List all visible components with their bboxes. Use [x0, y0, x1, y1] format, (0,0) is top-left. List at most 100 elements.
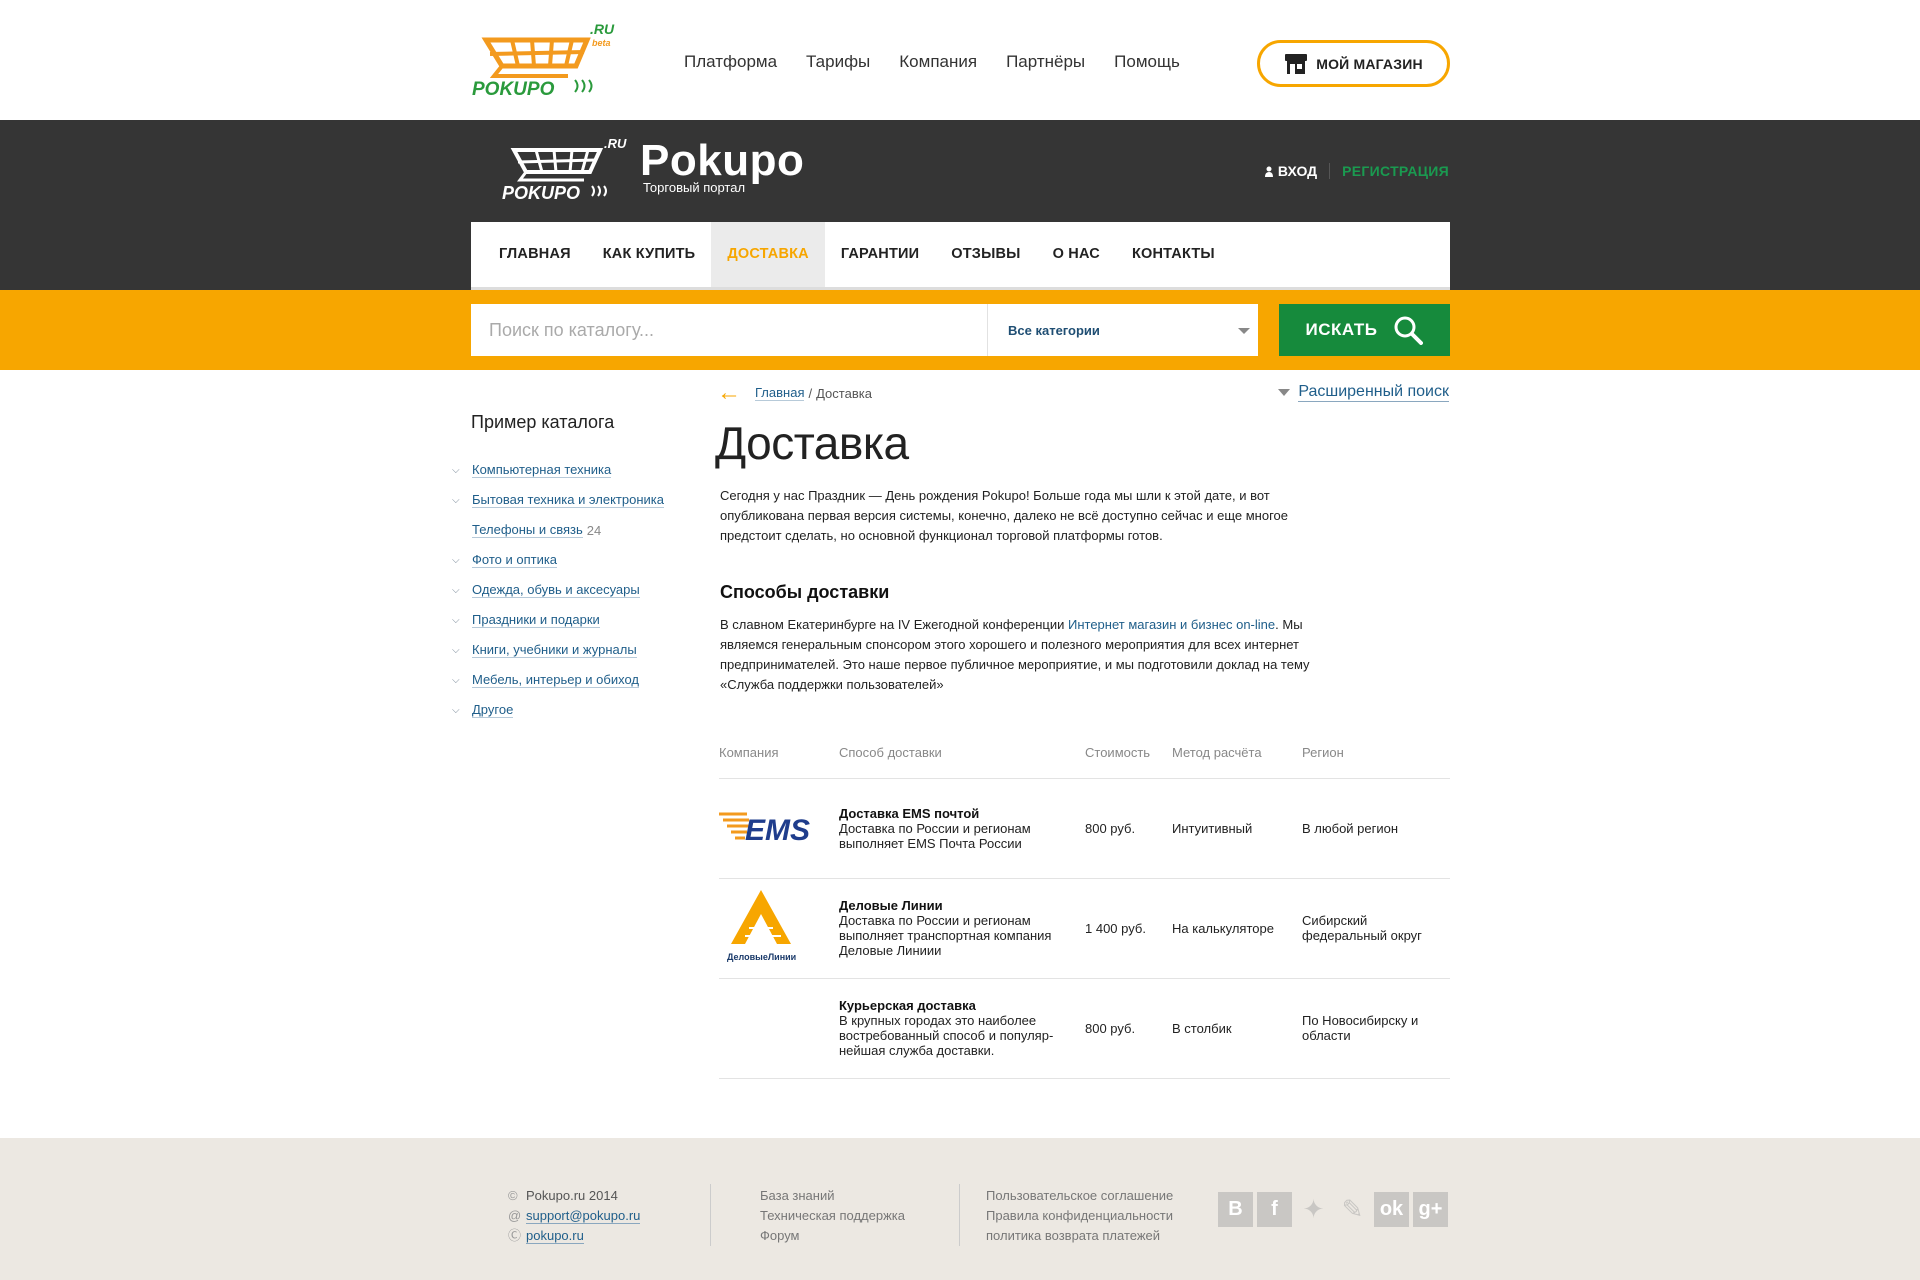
copyright-text: Pokupo.ru 2014 — [526, 1188, 618, 1203]
section-title: Способы доставки — [720, 582, 890, 602]
ems-logo: EMS — [719, 812, 810, 847]
method-cell: Курьерская доставка В крупных городах это… — [839, 978, 1085, 1079]
chevron-down-icon[interactable]: ⌵ — [452, 645, 472, 656]
advanced-search-link[interactable]: Расширенный поиск — [1278, 383, 1449, 402]
footer-link-privacy[interactable]: Правила конфиденциальности — [986, 1208, 1173, 1223]
column-header: Стоимость — [1085, 738, 1172, 779]
portal-logo[interactable]: POKUPO .RU — [500, 136, 630, 211]
conference-text: В славном Екатеринбурге на IV Ежегодной … — [720, 615, 1320, 695]
chevron-down-icon[interactable]: ⌵ — [452, 615, 472, 626]
page-title: Доставка — [715, 417, 909, 469]
chevron-down-icon[interactable]: ⌵ — [452, 555, 472, 566]
calc-cell: В столбик — [1172, 978, 1302, 1079]
register-link[interactable]: РЕГИСТРАЦИЯ — [1330, 163, 1449, 179]
top-nav-platform[interactable]: Платформа — [684, 52, 777, 72]
back-arrow-icon[interactable]: ← — [717, 381, 741, 405]
nav-guarantees[interactable]: ГАРАНТИИ — [825, 222, 935, 287]
category-link[interactable]: Праздники и подарки — [472, 612, 600, 628]
category-link[interactable]: Одежда, обувь и аксесуары — [472, 582, 640, 598]
footer-legal-links: Пользовательское соглашение Правила конф… — [986, 1186, 1173, 1246]
category-item: ⌵ Книги, учебники и журналы — [452, 635, 664, 665]
category-link[interactable]: Другое — [472, 702, 514, 718]
category-select[interactable]: Все категории — [987, 304, 1258, 356]
auth-links: ВХОД РЕГИСТРАЦИЯ — [1264, 163, 1449, 179]
top-nav-help[interactable]: Помощь — [1114, 52, 1180, 72]
footer — [0, 1138, 1920, 1280]
chevron-down-icon — [1238, 328, 1250, 334]
category-select-value: Все категории — [1008, 322, 1100, 338]
footer-link-support[interactable]: Техническая поддержка — [760, 1208, 905, 1223]
top-nav-company[interactable]: Компания — [899, 52, 977, 72]
category-item: ⌵ Мебель, интерьер и обиход — [452, 665, 664, 695]
table-header-row: Компания Способ доставки Стоимость Метод… — [719, 738, 1450, 779]
chevron-down-icon[interactable]: ⌵ — [452, 465, 472, 476]
intro-text: Сегодня у нас Праздник — День рождения P… — [720, 488, 1288, 543]
category-item: ⌵ Бытовая техника и электроника — [452, 485, 664, 515]
breadcrumb-separator: / — [808, 385, 813, 401]
footer-divider — [959, 1184, 960, 1246]
vk-icon[interactable]: B — [1218, 1192, 1253, 1227]
method-title: Курьерская доставка — [839, 998, 976, 1013]
livejournal-icon[interactable]: ✎ — [1335, 1192, 1370, 1227]
method-desc: В крупных городах это наиболее востребов… — [839, 1013, 1054, 1058]
search-icon — [1394, 316, 1424, 345]
top-nav-partners[interactable]: Партнёры — [1006, 52, 1085, 72]
category-link[interactable]: Бытовая техника и электроника — [472, 492, 664, 508]
my-shop-button[interactable]: МОЙ МАГАЗИН — [1257, 40, 1450, 87]
calc-cell: Интуитивный — [1172, 778, 1302, 879]
search-button[interactable]: ИСКАТЬ — [1279, 304, 1450, 356]
svg-text:POKUPO: POKUPO — [502, 183, 580, 203]
login-link[interactable]: ВХОД — [1264, 163, 1331, 179]
search-input[interactable] — [471, 304, 987, 356]
svg-text:EMS: EMS — [745, 814, 810, 844]
facebook-icon[interactable]: f — [1257, 1192, 1292, 1227]
breadcrumb-home[interactable]: Главная — [755, 385, 805, 401]
category-item: ⌵ Другое — [452, 695, 664, 725]
brand-subtitle: Торговый портал — [643, 180, 746, 195]
odnoklassniki-icon[interactable]: ok — [1374, 1192, 1409, 1227]
skype-link[interactable]: pokupo.ru — [526, 1228, 584, 1244]
chevron-down-icon[interactable]: ⌵ — [452, 705, 472, 716]
footer-link-agreement[interactable]: Пользовательское соглашение — [986, 1188, 1173, 1203]
pokupo-logo[interactable]: POKUPO .RU beta — [472, 21, 617, 102]
footer-link-knowledge[interactable]: База знаний — [760, 1188, 835, 1203]
category-link[interactable]: Компьютерная техника — [472, 462, 612, 478]
nav-contacts[interactable]: КОНТАКТЫ — [1116, 222, 1231, 287]
category-link[interactable]: Фото и оптика — [472, 552, 558, 568]
top-nav-tariffs[interactable]: Тарифы — [806, 52, 870, 72]
table-row: Курьерская доставка В крупных городах это… — [719, 978, 1450, 1079]
category-link[interactable]: Телефоны и связь — [472, 522, 583, 538]
chevron-down-icon[interactable]: ⌵ — [452, 585, 472, 596]
nav-home[interactable]: ГЛАВНАЯ — [483, 222, 587, 287]
nav-delivery[interactable]: ДОСТАВКА — [711, 222, 825, 287]
conference-link[interactable]: Интернет магазин и бизнес on-line — [1068, 617, 1275, 632]
nav-how-to-buy[interactable]: КАК КУПИТЬ — [587, 222, 712, 287]
triangle-down-icon — [1278, 389, 1291, 396]
copyright-icon: © — [508, 1188, 518, 1203]
chevron-down-icon[interactable]: ⌵ — [452, 495, 472, 506]
user-icon — [1264, 166, 1273, 177]
company-cell — [719, 978, 839, 1079]
breadcrumb-current: Доставка — [816, 385, 872, 401]
category-link[interactable]: Мебель, интерьер и обиход — [472, 672, 639, 688]
column-header: Способ доставки — [839, 738, 1085, 779]
category-link[interactable]: Книги, учебники и журналы — [472, 642, 637, 658]
method-cell: Деловые Линии Доставка по России и регион… — [839, 878, 1085, 979]
shop-icon — [1285, 53, 1308, 74]
svg-text:beta: beta — [592, 38, 611, 48]
advanced-search-label: Расширенный поиск — [1298, 383, 1449, 402]
top-bar: POKUPO .RU beta Платформа Тарифы Компани… — [0, 0, 1920, 120]
region-cell: В любой регион — [1302, 778, 1450, 879]
method-title: Деловые Линии — [839, 898, 943, 913]
skype-icon: Ⓒ — [508, 1228, 522, 1243]
googleplus-icon[interactable]: g+ — [1413, 1192, 1448, 1227]
method-title: Доставка EMS почтой — [839, 805, 980, 821]
chevron-down-icon[interactable]: ⌵ — [452, 675, 472, 686]
nav-reviews[interactable]: ОТЗЫВЫ — [935, 222, 1036, 287]
nav-about[interactable]: О НАС — [1037, 222, 1116, 287]
footer-link-refund[interactable]: политика возврата платежей — [986, 1228, 1160, 1243]
footer-link-forum[interactable]: Форум — [760, 1228, 800, 1243]
support-email-link[interactable]: support@pokupo.ru — [526, 1208, 641, 1224]
twitter-icon[interactable]: ✦ — [1296, 1192, 1331, 1227]
table-row: EMS Доставка EMS почтой Доставка по Росси… — [719, 778, 1450, 879]
